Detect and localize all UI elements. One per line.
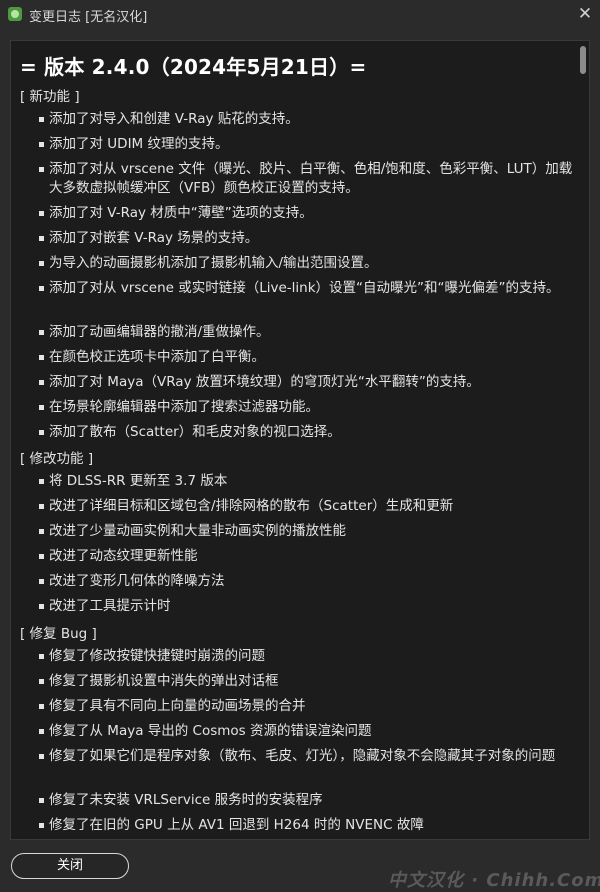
section-header-bug-fixes: [ 修复 Bug ] — [20, 626, 97, 642]
list-item-text: 添加了对从 vrscene 或实时链接（Live-link）设置“自动曝光”和“… — [49, 280, 560, 296]
list-item: 改进了变形几何体的降噪方法 — [39, 572, 573, 591]
list-item: 在颜色校正选项卡中添加了白平衡。 — [39, 348, 573, 367]
list-item-text: 在场景轮廓编辑器中添加了搜索过滤器功能。 — [49, 399, 319, 415]
changelog-content: = 版本 2.4.0（2024年5月21日）= [ 新功能 ] 添加了对导入和创… — [11, 41, 577, 839]
list-item: 添加了对嵌套 V-Ray 场景的支持。 — [39, 229, 573, 248]
list-item-text: 为导入的动画摄影机添加了摄影机输入/输出范围设置。 — [49, 255, 378, 271]
app-logo-icon — [8, 7, 22, 21]
bullet-icon — [39, 604, 44, 609]
bullet-icon — [39, 704, 44, 709]
list-item: 添加了对 V-Ray 材质中“薄壁”选项的支持。 — [39, 204, 573, 223]
list-item: 添加了对 UDIM 纹理的支持。 — [39, 135, 573, 154]
list-item: 添加了对从 vrscene 文件（曝光、胶片、白平衡、色相/饱和度、色彩平衡、L… — [39, 160, 573, 198]
bullet-icon — [39, 211, 44, 216]
list-item: 修复了摄影机设置中消失的弹出对话框 — [39, 672, 573, 691]
list-item-text: 修复了摄影机设置中消失的弹出对话框 — [49, 673, 279, 689]
bullet-icon — [39, 355, 44, 360]
bullet-icon — [39, 529, 44, 534]
bullet-icon — [39, 504, 44, 509]
list-item: 添加了散布（Scatter）和毛皮对象的视口选择。 — [39, 423, 573, 442]
list-item-text: 添加了动画编辑器的撤消/重做操作。 — [49, 324, 270, 340]
list-item-text: 添加了对 Maya（VRay 放置环境纹理）的穹顶灯光“水平翻转”的支持。 — [49, 374, 480, 390]
bullet-icon — [39, 479, 44, 484]
bullet-icon — [39, 261, 44, 266]
changelog-panel[interactable]: = 版本 2.4.0（2024年5月21日）= [ 新功能 ] 添加了对导入和创… — [10, 40, 590, 840]
list-item-text: 添加了对 UDIM 纹理的支持。 — [49, 136, 229, 152]
list-item: 修复了从 Maya 导出的 Cosmos 资源的错误渲染问题 — [39, 722, 573, 741]
list-item-text: 修复了在旧的 GPU 上从 AV1 回退到 H264 时的 NVENC 故障 — [49, 817, 424, 833]
list-item-text: 修复了从 Maya 导出的 Cosmos 资源的错误渲染问题 — [49, 723, 372, 739]
title-bar: 变更日志 [无名汉化] ✕ — [0, 0, 600, 30]
list-item-text: 修复了如果它们是程序对象（散布、毛皮、灯光），隐藏对象不会隐藏其子对象的问题 — [49, 748, 556, 764]
bullet-icon — [39, 679, 44, 684]
list-item: 改进了详细目标和区域包含/排除网格的散布（Scatter）生成和更新 — [39, 497, 573, 516]
bullet-icon — [39, 823, 44, 828]
list-item: 将 DLSS-RR 更新至 3.7 版本 — [39, 472, 573, 491]
close-icon[interactable]: ✕ — [574, 3, 596, 25]
scrollbar[interactable] — [579, 41, 589, 839]
bullet-icon — [39, 117, 44, 122]
list-item: 修复了如果它们是程序对象（散布、毛皮、灯光），隐藏对象不会隐藏其子对象的问题 — [39, 747, 573, 766]
list-item: 修复了修改按键快捷键时崩溃的问题 — [39, 647, 573, 666]
list-item: 修复了具有不同向上向量的动画场景的合并 — [39, 697, 573, 716]
bullet-icon — [39, 236, 44, 241]
close-button[interactable]: 关闭 — [11, 853, 129, 879]
bullet-icon — [39, 654, 44, 659]
list-item-text: 修复了未安装 VRLService 服务时的安装程序 — [49, 792, 323, 808]
list-item-text: 改进了工具提示计时 — [49, 598, 171, 614]
section-header-new-features: [ 新功能 ] — [20, 89, 80, 105]
bullet-icon — [39, 798, 44, 803]
window-title: 变更日志 [无名汉化] — [29, 10, 148, 25]
list-item-text: 添加了对嵌套 V-Ray 场景的支持。 — [49, 230, 259, 246]
bullet-icon — [39, 142, 44, 147]
list-item-text: 添加了对 V-Ray 材质中“薄壁”选项的支持。 — [49, 205, 313, 221]
list-item-text: 添加了散布（Scatter）和毛皮对象的视口选择。 — [49, 424, 341, 440]
list-item-text: 改进了详细目标和区域包含/排除网格的散布（Scatter）生成和更新 — [49, 498, 454, 514]
watermark-logo: 中文汉化 · Chihh.Com — [388, 870, 600, 891]
bullet-icon — [39, 554, 44, 559]
list-item: 改进了少量动画实例和大量非动画实例的播放性能 — [39, 522, 573, 541]
scrollbar-thumb[interactable] — [580, 46, 586, 74]
list-item-text: 添加了对从 vrscene 文件（曝光、胶片、白平衡、色相/饱和度、色彩平衡、L… — [49, 161, 573, 196]
list-item-text: 添加了对导入和创建 V-Ray 贴花的支持。 — [49, 111, 299, 127]
list-item: 修复了未安装 VRLService 服务时的安装程序 — [39, 791, 573, 810]
bullet-icon — [39, 380, 44, 385]
bullet-icon — [39, 430, 44, 435]
list-item: 添加了对 Maya（VRay 放置环境纹理）的穹顶灯光“水平翻转”的支持。 — [39, 373, 573, 392]
list-item-text: 将 DLSS-RR 更新至 3.7 版本 — [49, 473, 228, 489]
bullet-icon — [39, 330, 44, 335]
section-header-changes: [ 修改功能 ] — [20, 451, 94, 467]
list-item: 在场景轮廓编辑器中添加了搜索过滤器功能。 — [39, 398, 573, 417]
list-item: 为导入的动画摄影机添加了摄影机输入/输出范围设置。 — [39, 254, 573, 273]
bullet-icon — [39, 579, 44, 584]
list-item-text: 修复了具有不同向上向量的动画场景的合并 — [49, 698, 306, 714]
list-item-text: 在颜色校正选项卡中添加了白平衡。 — [49, 349, 265, 365]
bullet-icon — [39, 405, 44, 410]
bullet-icon — [39, 754, 44, 759]
list-item-text: 改进了动态纹理更新性能 — [49, 548, 198, 564]
list-item: 添加了对导入和创建 V-Ray 贴花的支持。 — [39, 110, 573, 129]
bullet-icon — [39, 729, 44, 734]
list-item-text: 修复了修改按键快捷键时崩溃的问题 — [49, 648, 265, 664]
list-item: 添加了动画编辑器的撤消/重做操作。 — [39, 323, 573, 342]
list-item: 改进了工具提示计时 — [39, 597, 573, 616]
bullet-icon — [39, 167, 44, 172]
version-heading: = 版本 2.4.0（2024年5月21日）= — [20, 55, 367, 79]
list-item: 添加了对从 vrscene 或实时链接（Live-link）设置“自动曝光”和“… — [39, 279, 573, 298]
list-item: 修复了在旧的 GPU 上从 AV1 回退到 H264 时的 NVENC 故障 — [39, 816, 573, 835]
bullet-icon — [39, 286, 44, 291]
list-item-text: 改进了少量动画实例和大量非动画实例的播放性能 — [49, 523, 346, 539]
list-item: 改进了动态纹理更新性能 — [39, 547, 573, 566]
list-item-text: 改进了变形几何体的降噪方法 — [49, 573, 225, 589]
